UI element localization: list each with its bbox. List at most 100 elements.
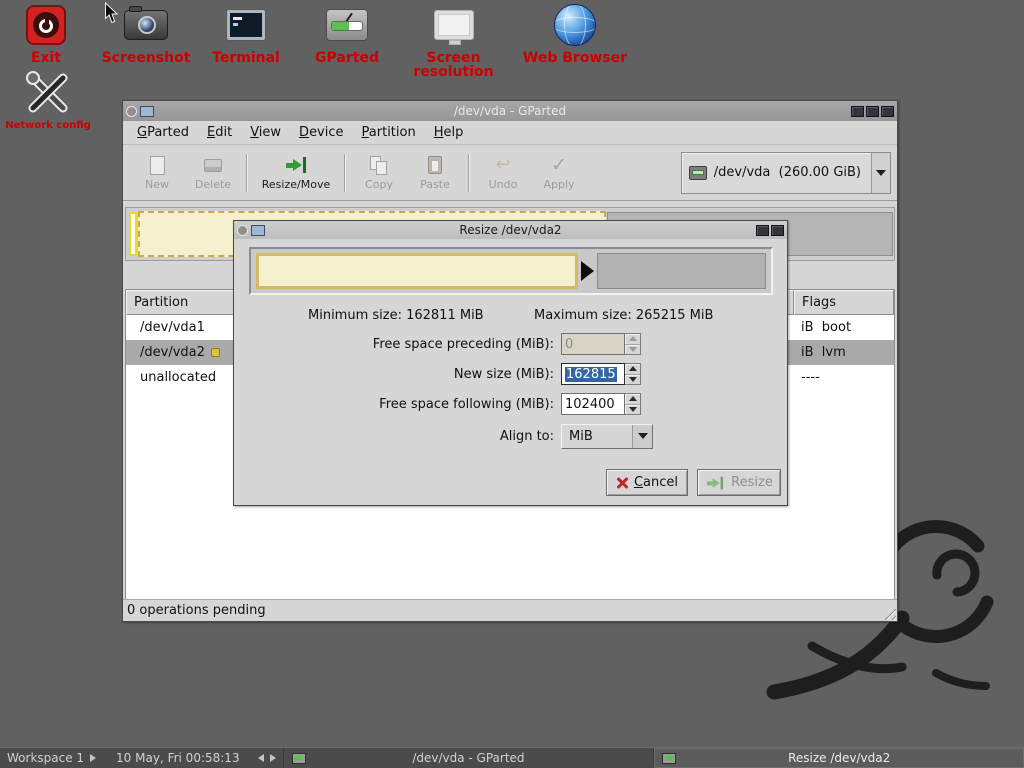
paste-button[interactable]: Paste (407, 154, 463, 191)
menubar: GParted Edit View Device Partition Help (123, 121, 897, 145)
column-header-flags[interactable]: Flags (794, 290, 894, 315)
dialog-title: Resize /dev/vda2 (234, 223, 787, 237)
partition-size-segment[interactable] (256, 253, 578, 289)
menu-gparted[interactable]: GParted (128, 122, 198, 143)
menu-partition[interactable]: Partition (353, 122, 425, 143)
desktop-icon-web-browser[interactable]: Web Browser (517, 2, 633, 65)
taskbar-item-gparted[interactable]: /dev/vda - GParted (283, 748, 654, 768)
spin-up-button[interactable] (625, 364, 640, 374)
workspace-label[interactable]: Workspace 1 (7, 751, 84, 765)
align-to-row: Align to: MiB (234, 425, 787, 447)
desktop-icon-gparted[interactable]: GParted (299, 2, 395, 65)
paste-icon (428, 156, 442, 174)
spin-down-button[interactable] (625, 404, 640, 415)
apply-button[interactable]: ✓ Apply (531, 154, 587, 191)
partition-segment-vda1[interactable] (129, 212, 137, 256)
clock: 10 May, Fri 00:58:13 (116, 751, 240, 765)
status-bar: 0 operations pending (123, 599, 897, 621)
exit-icon (26, 5, 66, 45)
spin-down-button[interactable] (625, 374, 640, 385)
copy-icon (370, 156, 388, 175)
align-to-dropdown[interactable]: MiB (561, 424, 653, 449)
desktop-icon-label: Screenshot (102, 51, 191, 65)
spinbox-value[interactable]: 102400 (561, 393, 625, 415)
spin-up-button[interactable] (625, 394, 640, 404)
device-selector[interactable]: /dev/vda (260.00 GiB) (681, 152, 891, 194)
mouse-cursor (104, 2, 119, 28)
partition-flags: iB lvm (794, 345, 894, 360)
resize-drag-handle[interactable] (581, 261, 594, 281)
new-partition-icon (150, 156, 165, 175)
maximize-button[interactable] (756, 225, 769, 236)
resize-move-button[interactable]: Resize/Move (253, 154, 339, 191)
minimize-button[interactable] (851, 106, 864, 117)
dropdown-arrow[interactable] (632, 425, 652, 448)
new-size-label: New size (MiB): (234, 367, 554, 382)
desktop-icon-network-config[interactable]: Network config (2, 70, 94, 133)
desktop-icon-label: Web Browser (523, 51, 627, 65)
active-partition-key-icon (211, 348, 220, 357)
free-space-preceding-spinbox[interactable]: 0 (561, 333, 641, 355)
menu-view[interactable]: View (241, 122, 290, 143)
free-space-following-label: Free space following (MiB): (234, 397, 554, 412)
workspace-next-icon[interactable] (90, 754, 96, 762)
resize-arrow-icon (707, 476, 723, 489)
gparted-titlebar[interactable]: /dev/vda - GParted (123, 101, 897, 121)
apply-check-icon: ✓ (551, 156, 567, 175)
delete-button[interactable]: Delete (185, 154, 241, 191)
close-button[interactable] (771, 225, 784, 236)
undo-button[interactable]: ↩ Undo (475, 154, 531, 191)
column-header-partition[interactable]: Partition (126, 290, 246, 315)
terminal-icon (226, 9, 266, 41)
taskbar-item-resize-dialog[interactable]: Resize /dev/vda2 (653, 748, 1024, 768)
cancel-button[interactable]: Cancel (606, 469, 688, 496)
new-size-spinbox[interactable]: 162815 (561, 363, 641, 385)
desktop-icon-exit[interactable]: Exit (13, 2, 79, 65)
desktop-icon-label: Exit (31, 51, 61, 65)
close-button[interactable] (881, 106, 894, 117)
partition-name: /dev/vda1 (140, 320, 205, 335)
page-next-icon[interactable] (270, 754, 276, 762)
window-menu-icon[interactable] (126, 106, 137, 117)
partition-flags: iB boot (794, 320, 894, 335)
desktop-icon-label: GParted (315, 51, 379, 65)
taskbar: Workspace 1 10 May, Fri 00:58:13 /dev/vd… (0, 747, 1024, 768)
resize-grip[interactable] (881, 605, 896, 620)
menu-device[interactable]: Device (290, 122, 352, 143)
spinbox-value[interactable]: 162815 (561, 363, 625, 385)
gparted-app-icon (251, 225, 265, 236)
delete-partition-icon (204, 159, 222, 172)
pending-operations-text: 0 operations pending (127, 603, 266, 618)
undo-icon: ↩ (495, 156, 510, 174)
menu-edit[interactable]: Edit (198, 122, 241, 143)
free-space-segment[interactable] (597, 253, 766, 289)
new-button[interactable]: New (129, 154, 185, 191)
device-dropdown-arrow[interactable] (871, 153, 890, 193)
maximize-button[interactable] (866, 106, 879, 117)
page-prev-icon[interactable] (258, 754, 264, 762)
spin-up-button[interactable] (625, 334, 640, 344)
toolbar-separator (246, 154, 248, 192)
desktop-icon-label: Screen resolution (385, 51, 522, 79)
desktop-icon-screen-resolution[interactable]: Screen resolution (385, 2, 522, 79)
copy-button[interactable]: Copy (351, 154, 407, 191)
desktop-icon-label: Terminal (212, 51, 280, 65)
toolbar-separator (344, 154, 346, 192)
resize-button[interactable]: Resize (697, 469, 781, 496)
spin-down-button[interactable] (625, 344, 640, 355)
disk-device-icon (689, 166, 707, 180)
spinbox-value[interactable]: 0 (561, 333, 625, 355)
menu-help[interactable]: Help (425, 122, 473, 143)
toolbar-separator (468, 154, 470, 192)
free-space-following-spinbox[interactable]: 102400 (561, 393, 641, 415)
resize-slider (249, 247, 773, 295)
resize-arrow-icon (286, 157, 306, 173)
gparted-icon (326, 9, 368, 41)
window-menu-icon[interactable] (237, 225, 248, 236)
dialog-titlebar[interactable]: Resize /dev/vda2 (234, 221, 787, 239)
align-to-value: MiB (562, 429, 632, 444)
gparted-task-icon (292, 753, 306, 764)
desktop-icon-terminal[interactable]: Terminal (196, 2, 296, 65)
align-to-label: Align to: (234, 429, 554, 444)
new-size-row: New size (MiB): 162815 (234, 363, 787, 385)
